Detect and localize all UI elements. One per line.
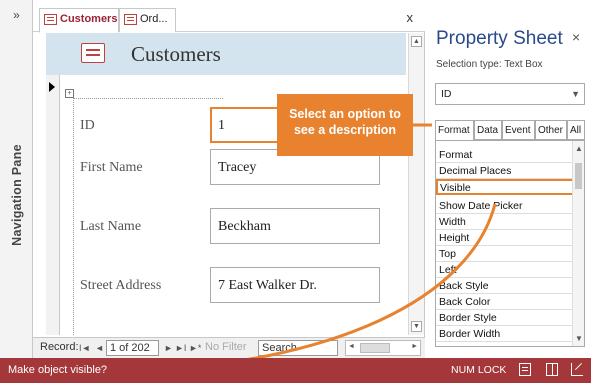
field-input-street-address[interactable]: 7 East Walker Dr. xyxy=(210,267,380,303)
scroll-up-icon[interactable]: ▲ xyxy=(411,36,422,47)
property-row-show-date-picker[interactable]: Show Date Picker xyxy=(436,198,574,214)
search-input[interactable]: Search xyxy=(258,340,338,356)
property-row-back-color[interactable]: Back Color xyxy=(436,294,574,310)
property-row-back-style[interactable]: Back Style xyxy=(436,278,574,294)
record-label: Record: xyxy=(40,341,79,353)
tab-other[interactable]: Other xyxy=(535,120,567,140)
property-list: Format Decimal Places Visible Show Date … xyxy=(435,140,585,347)
property-row-border-style[interactable]: Border Style xyxy=(436,310,574,326)
field-input-last-name[interactable]: Beckham xyxy=(210,208,380,244)
selection-type-label: Selection type: Text Box xyxy=(436,59,543,70)
property-row-left[interactable]: Left xyxy=(436,262,574,278)
field-label-street-address: Street Address xyxy=(80,278,162,293)
nav-pane-label: Navigation Pane xyxy=(9,144,24,246)
numlock-indicator: NUM LOCK xyxy=(451,364,507,376)
document-tab-bar: Customers Ord... x xyxy=(33,0,425,33)
close-property-sheet-button[interactable]: × xyxy=(572,29,580,45)
record-navigation-bar: Record: I◄ ◄ 1 of 202 ► ►I ►* No Filter … xyxy=(33,337,425,358)
layout-guide-horizontal xyxy=(73,98,223,99)
status-bar: Make object visible? NUM LOCK xyxy=(0,358,591,383)
tab-orders[interactable]: Ord... xyxy=(119,8,176,32)
form-title: Customers xyxy=(131,42,221,66)
property-tabs: Format Data Event Other All xyxy=(435,120,585,141)
form-header: Customers xyxy=(46,33,406,75)
tab-customers[interactable]: Customers xyxy=(39,8,119,33)
no-filter-indicator[interactable]: No Filter xyxy=(205,341,247,353)
tab-orders-label: Ord... xyxy=(140,13,168,25)
tab-data[interactable]: Data xyxy=(474,120,502,140)
field-label-first-name: First Name xyxy=(80,160,143,175)
form-icon xyxy=(44,14,57,25)
property-row-top[interactable]: Top xyxy=(436,246,574,262)
scroll-down-icon[interactable]: ▼ xyxy=(411,321,422,332)
next-record-button[interactable]: ► xyxy=(164,343,173,353)
form-vertical-scrollbar[interactable]: ▲ ▼ xyxy=(408,33,424,335)
last-record-button[interactable]: ►I xyxy=(175,343,186,353)
new-record-button[interactable]: ►* xyxy=(189,343,201,353)
layout-view-icon[interactable] xyxy=(546,363,558,376)
previous-record-button[interactable]: ◄ xyxy=(95,343,104,353)
form-view-icon[interactable] xyxy=(519,363,531,376)
navigation-pane[interactable]: » Navigation Pane xyxy=(0,0,33,358)
scroll-up-icon[interactable]: ▲ xyxy=(575,144,583,153)
field-label-id: ID xyxy=(80,118,95,133)
first-record-button[interactable]: I◄ xyxy=(79,343,90,353)
current-record-arrow-icon xyxy=(49,82,55,92)
scroll-thumb[interactable] xyxy=(360,343,390,353)
property-row-visible[interactable]: Visible xyxy=(436,179,574,195)
tutorial-callout: Select an option to see a description xyxy=(277,94,413,156)
field-label-last-name: Last Name xyxy=(80,219,142,234)
scroll-down-icon[interactable]: ▼ xyxy=(575,334,583,343)
current-record-field[interactable]: 1 of 202 xyxy=(106,340,159,356)
record-selector[interactable] xyxy=(46,75,60,335)
property-list-scrollbar[interactable]: ▲ ▼ xyxy=(572,141,584,346)
document-area: Customers Ord... x Customers + ID 1 Firs… xyxy=(33,0,425,358)
property-row-format[interactable]: Format xyxy=(436,147,574,163)
form-horizontal-scrollbar[interactable]: ◄ ► xyxy=(345,340,421,356)
tab-customers-label: Customers xyxy=(60,13,118,25)
property-sheet-pane: Property Sheet × Selection type: Text Bo… xyxy=(426,0,591,358)
tab-event[interactable]: Event xyxy=(502,120,535,140)
tab-format[interactable]: Format xyxy=(435,120,474,141)
property-row-border-width[interactable]: Border Width xyxy=(436,326,574,342)
scroll-left-icon[interactable]: ◄ xyxy=(348,343,355,350)
design-view-icon[interactable] xyxy=(571,363,583,376)
property-sheet-title: Property Sheet xyxy=(436,28,563,49)
chevron-down-icon[interactable]: ▼ xyxy=(571,89,580,99)
selected-object-dropdown[interactable]: ID ▼ xyxy=(435,83,585,105)
scroll-thumb[interactable] xyxy=(575,163,582,189)
property-row-width[interactable]: Width xyxy=(436,214,574,230)
layout-guide xyxy=(73,98,74,335)
tab-all[interactable]: All xyxy=(567,120,585,140)
status-text: Make object visible? xyxy=(8,364,108,376)
layout-move-handle-icon[interactable]: + xyxy=(65,89,74,98)
form-icon xyxy=(124,14,137,25)
nav-toggle-button[interactable]: » xyxy=(0,8,33,22)
nav-pane-label-box: Navigation Pane xyxy=(0,130,33,260)
close-document-button[interactable]: x xyxy=(407,10,414,25)
form-header-icon xyxy=(81,43,105,63)
scroll-right-icon[interactable]: ► xyxy=(411,343,418,350)
selected-object-value: ID xyxy=(441,88,452,100)
property-row-height[interactable]: Height xyxy=(436,230,574,246)
property-row-decimal-places[interactable]: Decimal Places xyxy=(436,163,574,179)
